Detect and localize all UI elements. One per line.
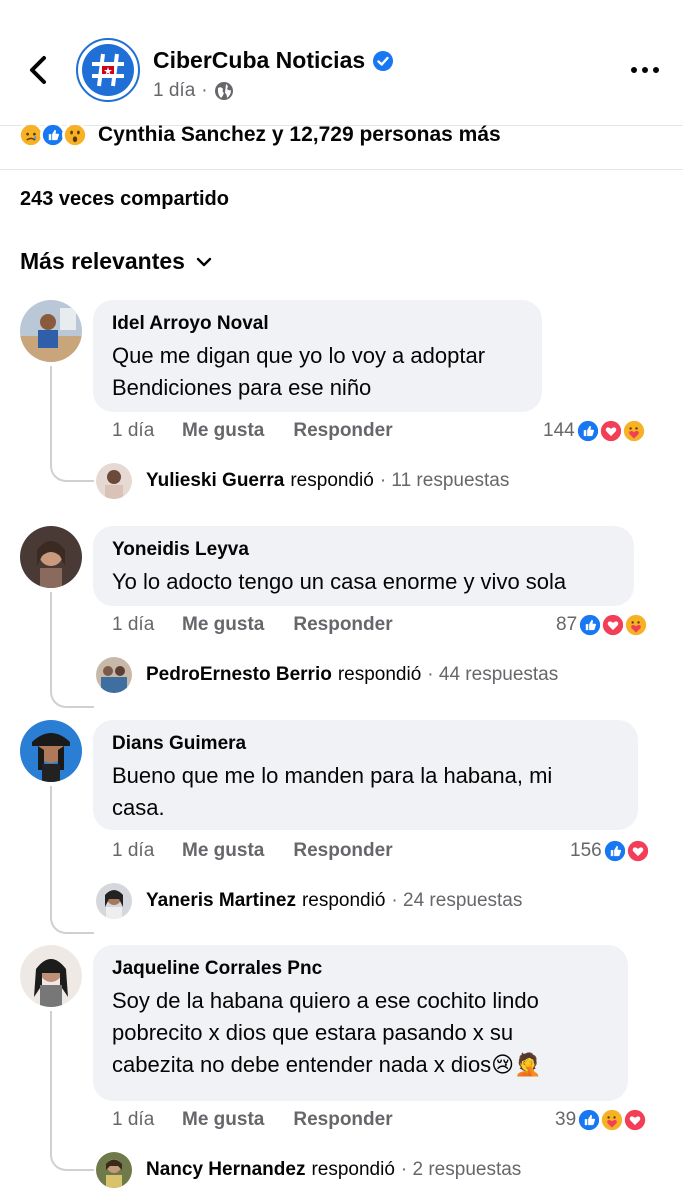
comment-reactions[interactable]: 87 — [556, 612, 650, 638]
comment-author[interactable]: Idel Arroyo Noval — [112, 312, 522, 336]
like-button[interactable]: Me gusta — [182, 614, 264, 636]
comment-sort-dropdown[interactable]: Más relevantes — [20, 248, 213, 275]
reaction-count: 144 — [543, 420, 575, 441]
comment-reactions[interactable]: 144 — [543, 418, 647, 444]
cibercuba-logo-icon — [92, 53, 124, 87]
comment-text: Yo lo adocto tengo un casa enorme y vivo… — [112, 569, 567, 594]
post-time[interactable]: 1 día — [153, 80, 195, 102]
comment-bubble[interactable]: Idel Arroyo Noval Que me digan que yo lo… — [93, 300, 542, 412]
view-replies-link[interactable]: Nancy Hernandez respondió · 2 respuestas — [96, 1152, 521, 1188]
page-name[interactable]: CiberCuba Noticias — [153, 47, 365, 74]
thread-line — [50, 592, 94, 708]
replied-label: respondió — [311, 1159, 395, 1180]
reactions-summary[interactable]: Cynthia Sanchez y 12,729 personas más — [18, 122, 501, 148]
replied-label: respondió — [301, 890, 386, 911]
reply-button[interactable]: Responder — [293, 840, 392, 862]
chevron-down-icon — [196, 257, 212, 266]
commenter-avatar[interactable] — [20, 720, 82, 782]
comment-time[interactable]: 1 día — [112, 1109, 182, 1131]
comment-text: Que me digan que yo lo voy a adoptar Ben… — [112, 343, 486, 400]
divider — [0, 169, 683, 170]
reply-button[interactable]: Responder — [293, 1109, 392, 1131]
page-avatar[interactable] — [76, 38, 140, 102]
replies-count: · 11 respuestas — [379, 470, 510, 491]
reply-button[interactable]: Responder — [293, 614, 392, 636]
replier-avatar — [96, 883, 132, 919]
reactions-summary-text: Cynthia Sanchez y 12,729 personas más — [98, 123, 501, 146]
comment-time[interactable]: 1 día — [112, 614, 182, 636]
comment-author[interactable]: Dians Guimera — [112, 732, 618, 756]
comment-text: Soy de la habana quiero a ese cochito li… — [112, 988, 542, 1077]
comment-text: Bueno que me lo manden para la habana, m… — [112, 763, 553, 820]
comment-author[interactable]: Jaqueline Corrales Pnc — [112, 957, 608, 981]
like-button[interactable]: Me gusta — [182, 1109, 264, 1131]
like-button[interactable]: Me gusta — [182, 840, 264, 862]
replier-avatar — [96, 657, 132, 693]
back-arrow-icon[interactable] — [22, 52, 54, 88]
replier-name: PedroErnesto Berrio — [146, 664, 332, 685]
comment-author[interactable]: Yoneidis Leyva — [112, 538, 614, 562]
view-replies-link[interactable]: Yulieski Guerra respondió · 11 respuesta… — [96, 463, 509, 499]
replier-name: Nancy Hernandez — [146, 1159, 306, 1180]
like-button[interactable]: Me gusta — [182, 420, 264, 442]
like-icon — [601, 838, 628, 864]
replier-name: Yulieski Guerra — [146, 470, 285, 491]
thread-line — [50, 1011, 94, 1171]
comment-bubble[interactable]: Dians Guimera Bueno que me lo manden par… — [93, 720, 638, 830]
comment-bubble[interactable]: Jaqueline Corrales Pnc Soy de la habana … — [93, 945, 628, 1101]
love-icon — [624, 838, 651, 864]
reaction-count: 156 — [570, 840, 602, 861]
comment-time[interactable]: 1 día — [112, 840, 182, 862]
replies-count: · 2 respuestas — [400, 1159, 522, 1180]
love-icon — [597, 418, 624, 444]
more-options-icon[interactable] — [627, 58, 663, 82]
view-replies-link[interactable]: PedroErnesto Berrio respondió · 44 respu… — [96, 657, 558, 693]
comment-bubble[interactable]: Yoneidis Leyva Yo lo adocto tengo un cas… — [93, 526, 634, 606]
thread-line — [50, 366, 94, 482]
commenter-avatar[interactable] — [20, 945, 82, 1007]
comment-reactions[interactable]: 39 — [555, 1107, 649, 1133]
replier-avatar — [96, 463, 132, 499]
commenter-avatar[interactable] — [20, 300, 82, 362]
replies-count: · 24 respuestas — [391, 890, 523, 911]
replied-label: respondió — [290, 470, 374, 491]
wow-icon — [62, 122, 88, 148]
reaction-count: 87 — [556, 614, 578, 635]
share-count[interactable]: 243 veces compartido — [20, 188, 229, 211]
commenter-avatar[interactable] — [20, 526, 82, 588]
replied-label: respondió — [337, 664, 422, 685]
replier-name: Yaneris Martinez — [146, 890, 296, 911]
care-icon — [620, 418, 647, 444]
love-icon — [622, 1107, 649, 1133]
reply-button[interactable]: Responder — [293, 420, 392, 442]
view-replies-link[interactable]: Yaneris Martinez respondió · 24 respuest… — [96, 883, 522, 919]
comment-time[interactable]: 1 día — [112, 420, 182, 442]
replier-avatar — [96, 1152, 132, 1188]
meta-separator: · — [201, 80, 208, 101]
like-icon — [574, 418, 601, 444]
verified-badge-icon — [373, 50, 394, 71]
care-icon — [623, 612, 650, 638]
thread-line — [50, 786, 94, 934]
comment-reactions[interactable]: 156 — [570, 838, 651, 864]
replies-count: · 44 respuestas — [427, 664, 559, 685]
globe-icon — [214, 82, 233, 100]
sort-label: Más relevantes — [20, 248, 185, 274]
post-header: CiberCuba Noticias 1 día · — [0, 0, 683, 126]
reaction-count: 39 — [555, 1109, 577, 1130]
